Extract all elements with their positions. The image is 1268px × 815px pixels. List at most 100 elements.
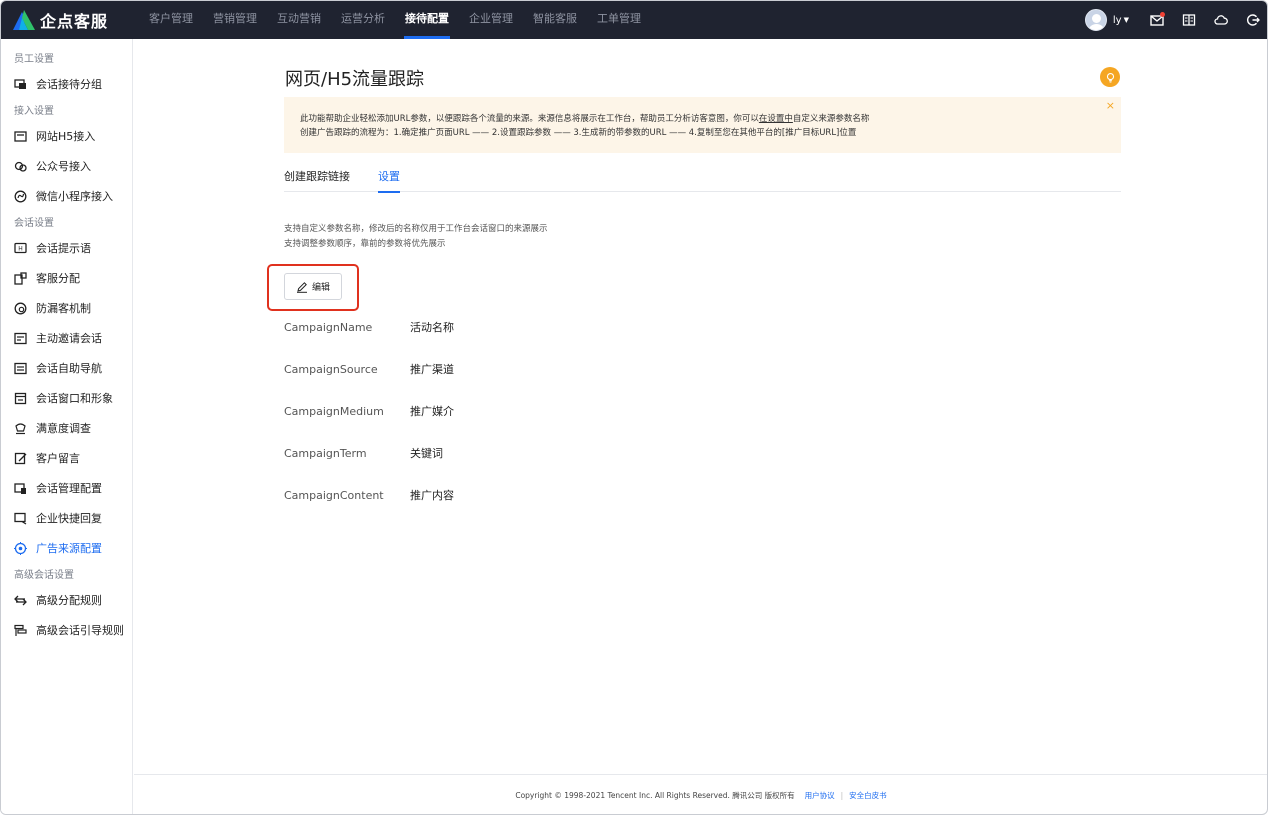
sidebar-item-label: 客户留言 (36, 452, 80, 465)
survey-icon (14, 422, 27, 435)
sidebar-item-2-10[interactable]: 广告来源配置 (1, 533, 132, 563)
nav-item-2[interactable]: 互动营销 (267, 1, 331, 39)
sidebar-item-label: 会话提示语 (36, 242, 91, 255)
sidebar-item-0-0[interactable]: 会话接待分组 (1, 69, 132, 99)
book-icon[interactable] (1181, 12, 1197, 28)
sidebar-item-2-6[interactable]: 满意度调查 (1, 413, 132, 443)
footer: Copyright © 1998-2021 Tencent Inc. All R… (134, 774, 1267, 814)
nav-item-5[interactable]: 企业管理 (459, 1, 523, 39)
sidebar-item-3-0[interactable]: 高级分配规则 (1, 585, 132, 615)
logout-icon[interactable] (1245, 12, 1261, 28)
cloud-icon[interactable] (1213, 12, 1229, 28)
svg-text:H: H (18, 245, 23, 252)
top-bar: 企点客服 客户管理 营销管理 互动营销 运营分析 接待配置 企业管理 智能客服 工单管理 ly… (1, 1, 1267, 39)
pencil-icon (296, 281, 307, 293)
edit-button[interactable]: 编辑 (284, 273, 342, 300)
user-name: ly (1112, 14, 1122, 26)
sidebar-item-label: 会话自助导航 (36, 362, 102, 375)
sidebar-item-2-9[interactable]: 企业快捷回复 (1, 503, 132, 533)
param-key: CampaignContent (284, 489, 384, 502)
assign-icon (14, 271, 27, 285)
nav-item-1[interactable]: 营销管理 (203, 1, 267, 39)
nav-item-7[interactable]: 工单管理 (587, 1, 651, 39)
param-row: CampaignMedium 推广媒介 (284, 402, 454, 444)
sidebar-item-1-2[interactable]: 微信小程序接入 (1, 181, 132, 211)
tab-1[interactable]: 设置 (378, 169, 400, 193)
sidebar-group-title: 高级会话设置 (14, 570, 74, 581)
sidebar-item-label: 公众号接入 (36, 160, 91, 173)
sidebar-item-label: 防漏客机制 (36, 302, 91, 315)
main-content: 网页/H5流量跟踪 此功能帮助企业轻松添加URL参数，以便跟踪各个流量的来源。来… (134, 39, 1267, 774)
close-icon[interactable]: × (1106, 99, 1115, 112)
window-icon (14, 392, 27, 405)
sidebar-item-2-4[interactable]: 会话自助导航 (1, 353, 132, 383)
settings-link[interactable]: 在设置中 (759, 114, 793, 124)
help-text: 支持自定义参数名称，修改后的名称仅用于工作台会话窗口的来源展示 支持调整参数顺序… (284, 222, 548, 252)
user-menu[interactable]: ly ▼ (1113, 15, 1129, 26)
param-value: 推广渠道 (410, 363, 454, 376)
sidebar-item-label: 网站H5接入 (36, 130, 96, 143)
nav-item-0[interactable]: 客户管理 (139, 1, 203, 39)
sidebar-item-label: 企业快捷回复 (36, 512, 102, 525)
copyright-text: Copyright © 1998-2021 Tencent Inc. All R… (515, 790, 795, 800)
notification-dot (1160, 12, 1165, 17)
param-list: CampaignName 活动名称 CampaignSource 推广渠道 Campai… (284, 318, 454, 528)
guide-rule-icon (14, 624, 27, 637)
footer-separator: | (840, 790, 844, 800)
sidebar-item-2-0[interactable]: H 会话提示语 (1, 233, 132, 263)
tab-bar: 创建跟踪链接 设置 (284, 169, 1121, 193)
notice-line-1: 此功能帮助企业轻松添加URL参数，以便跟踪各个流量的来源。来源信息将展示在工作台… (300, 112, 1105, 126)
sidebar-group-title: 接入设置 (14, 106, 54, 117)
sidebar-item-label: 主动邀请会话 (36, 332, 102, 345)
swap-icon (14, 594, 27, 607)
sidebar-item-1-0[interactable]: 网站H5接入 (1, 121, 132, 151)
website-icon (14, 130, 27, 143)
sidebar-item-3-1[interactable]: 高级会话引导规则 (1, 615, 132, 645)
sidebar-group-title: 会话设置 (14, 218, 54, 229)
notice-banner: 此功能帮助企业轻松添加URL参数，以便跟踪各个流量的来源。来源信息将展示在工作台… (284, 97, 1121, 153)
param-value: 推广媒介 (410, 405, 454, 418)
sidebar-item-label: 会话窗口和形象 (36, 392, 113, 405)
sidebar-item-label: 高级会话引导规则 (36, 624, 124, 637)
tab-0[interactable]: 创建跟踪链接 (284, 169, 350, 192)
footer-link-security-whitepaper[interactable]: 安全白皮书 (849, 790, 887, 801)
guard-icon (14, 302, 27, 315)
param-row: CampaignContent 推广内容 (284, 486, 454, 528)
param-key: CampaignMedium (284, 405, 384, 418)
sidebar-item-2-5[interactable]: 会话窗口和形象 (1, 383, 132, 413)
sidebar-item-label: 会话接待分组 (36, 78, 102, 91)
brand-name: 企点客服 (40, 12, 109, 31)
notice-text-end: 自定义来源参数名称 (792, 114, 870, 124)
param-row: CampaignSource 推广渠道 (284, 360, 454, 402)
sidebar-item-2-2[interactable]: 防漏客机制 (1, 293, 132, 323)
sidebar-item-label: 广告来源配置 (36, 542, 102, 555)
sidebar-group-title: 员工设置 (14, 54, 54, 65)
brand-logo[interactable]: 企点客服 (13, 8, 125, 32)
sidebar-item-1-1[interactable]: 公众号接入 (1, 151, 132, 181)
footer-link-user-agreement[interactable]: 用户协议 (805, 790, 835, 801)
sidebar-item-2-8[interactable]: 会话管理配置 (1, 473, 132, 503)
top-right-tools: ly ▼ (1084, 1, 1267, 39)
param-key: CampaignTerm (284, 447, 367, 460)
sidebar-item-label: 满意度调查 (36, 422, 91, 435)
param-value: 活动名称 (410, 321, 454, 334)
main-nav: 客户管理 营销管理 互动营销 运营分析 接待配置 企业管理 智能客服 工单管理 (139, 1, 651, 39)
param-key: CampaignSource (284, 363, 378, 376)
bulb-icon[interactable] (1100, 67, 1120, 87)
page-title: 网页/H5流量跟踪 (285, 69, 425, 90)
target-icon (14, 541, 27, 555)
sidebar-item-2-3[interactable]: 主动邀请会话 (1, 323, 132, 353)
nav-item-6[interactable]: 智能客服 (523, 1, 587, 39)
sidebar-item-2-1[interactable]: 客服分配 (1, 263, 132, 293)
nav-item-4[interactable]: 接待配置 (395, 1, 459, 39)
edit-button-label: 编辑 (311, 283, 330, 293)
nav-item-3[interactable]: 运营分析 (331, 1, 395, 39)
message-icon (14, 452, 27, 465)
param-value: 关键词 (410, 447, 443, 460)
avatar[interactable] (1084, 9, 1107, 31)
caret-down-icon: ▼ (1123, 15, 1129, 24)
sidebar-item-2-7[interactable]: 客户留言 (1, 443, 132, 473)
sidebar-item-label: 微信小程序接入 (36, 190, 113, 203)
param-row: CampaignTerm 关键词 (284, 444, 454, 486)
mail-icon[interactable] (1149, 12, 1165, 28)
